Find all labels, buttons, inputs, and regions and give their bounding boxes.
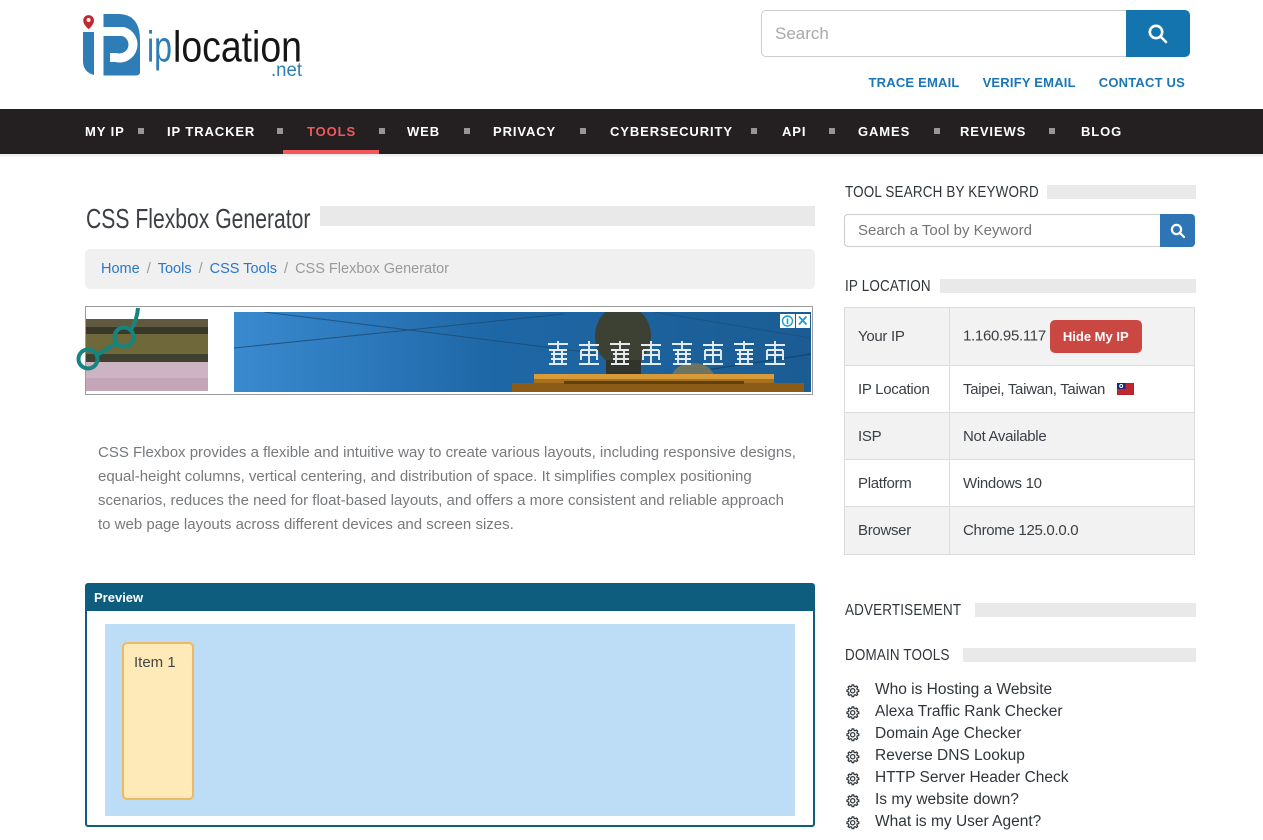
svg-text:ip: ip <box>147 23 172 72</box>
